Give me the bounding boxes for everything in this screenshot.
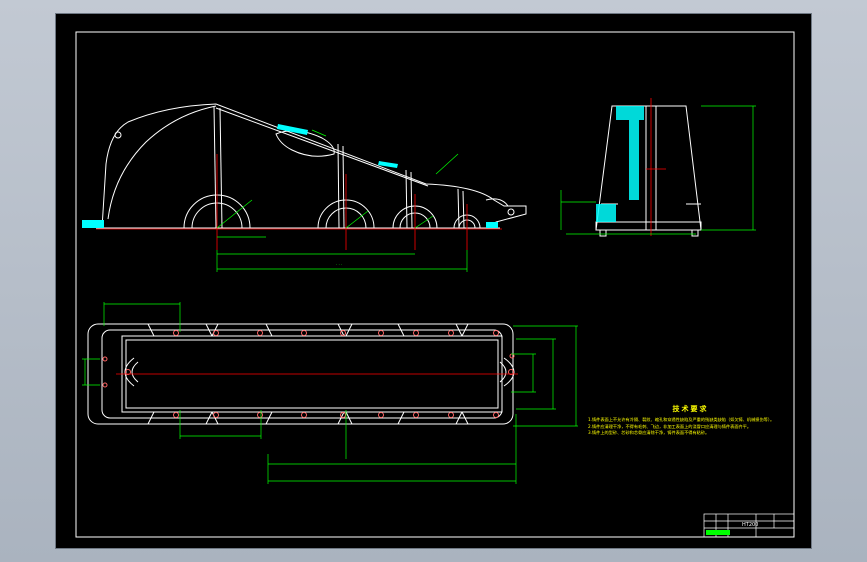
front-view-hatch <box>82 124 498 228</box>
front-view-dimensions: · · · <box>216 129 468 272</box>
cad-viewport[interactable]: · · · 技术要求 1.铸件表面上不允许有冷隔、裂纹、缩孔和穿透性缺陷及严重的… <box>55 13 812 549</box>
front-view <box>96 103 527 229</box>
svg-text:· · ·: · · · <box>336 262 342 267</box>
technical-requirements-title: 技术要求 <box>672 405 709 413</box>
side-view-hatch <box>596 106 644 222</box>
title-block-material: HT200 <box>742 522 759 528</box>
requirement-1: 1.铸件表面上不允许有冷隔、裂纹、缩孔和穿透性缺陷及严重的残缺类缺陷（如欠铸、机… <box>588 417 775 422</box>
housing-inner-curve <box>107 105 217 220</box>
housing-top-inner <box>215 107 429 187</box>
cad-drawing: · · · <box>75 31 795 538</box>
side-view-dimensions <box>560 105 756 235</box>
top-view-dimensions <box>82 302 578 484</box>
technical-requirements: 技术要求 1.铸件表面上不允许有冷隔、裂纹、缩孔和穿透性缺陷及严重的残缺类缺陷（… <box>588 404 793 437</box>
requirement-3: 3.铸件上的型砂、芯砂和芯骨应清除干净，铸件表面不得有粘砂。 <box>588 430 710 435</box>
housing-outline <box>101 103 527 229</box>
front-view-centerlines <box>96 154 502 250</box>
